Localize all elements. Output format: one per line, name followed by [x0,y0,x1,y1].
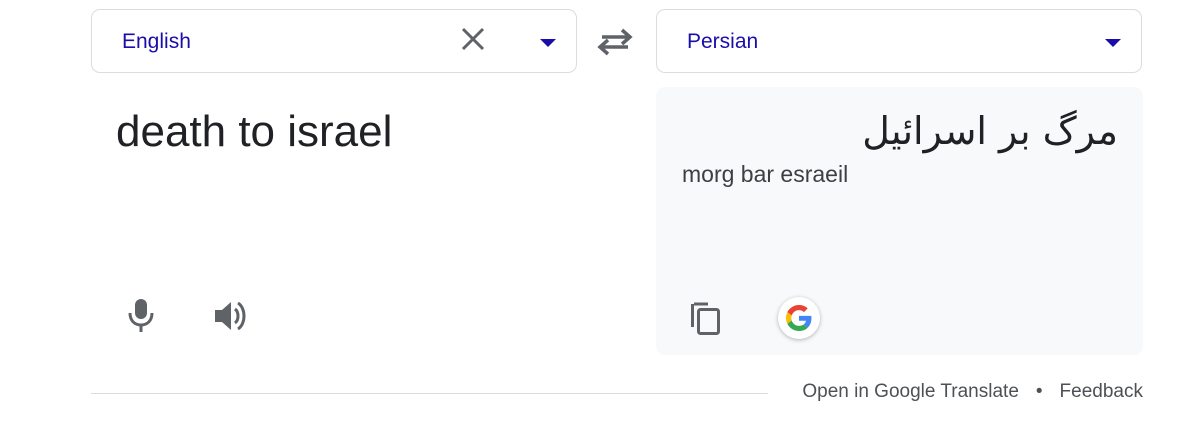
chevron-down-icon [540,39,556,47]
microphone-icon [128,299,154,332]
speaker-icon [215,301,246,331]
source-language-select[interactable]: English [91,9,577,73]
close-icon [461,27,485,51]
source-language-label: English [122,30,191,53]
source-text-area[interactable]: death to israel [91,87,577,355]
voice-input-button[interactable] [125,297,157,333]
footer-divider [91,393,768,394]
copy-icon [691,302,720,335]
footer-separator: • [1035,381,1043,402]
target-language-select[interactable]: Persian [656,9,1142,73]
listen-source-button[interactable] [212,298,250,334]
google-search-button[interactable] [778,297,820,339]
swap-languages-button[interactable] [594,24,636,60]
google-logo-icon [786,305,812,331]
copy-translation-button[interactable] [688,300,722,336]
footer-links: Open in Google Translate • Feedback [802,381,1143,403]
chevron-down-icon [1105,39,1121,47]
source-text[interactable]: death to israel [116,107,392,157]
clear-source-button[interactable] [458,24,488,54]
translation-result-panel: مرگ بر اسرائیل morg bar esraeil [656,87,1143,355]
translated-text: مرگ بر اسرائیل [862,109,1118,153]
transliteration-text: morg bar esraeil [682,161,849,187]
swap-icon [597,28,633,56]
open-in-google-translate-link[interactable]: Open in Google Translate [802,381,1019,402]
feedback-link[interactable]: Feedback [1060,381,1143,402]
target-language-label: Persian [687,30,759,53]
